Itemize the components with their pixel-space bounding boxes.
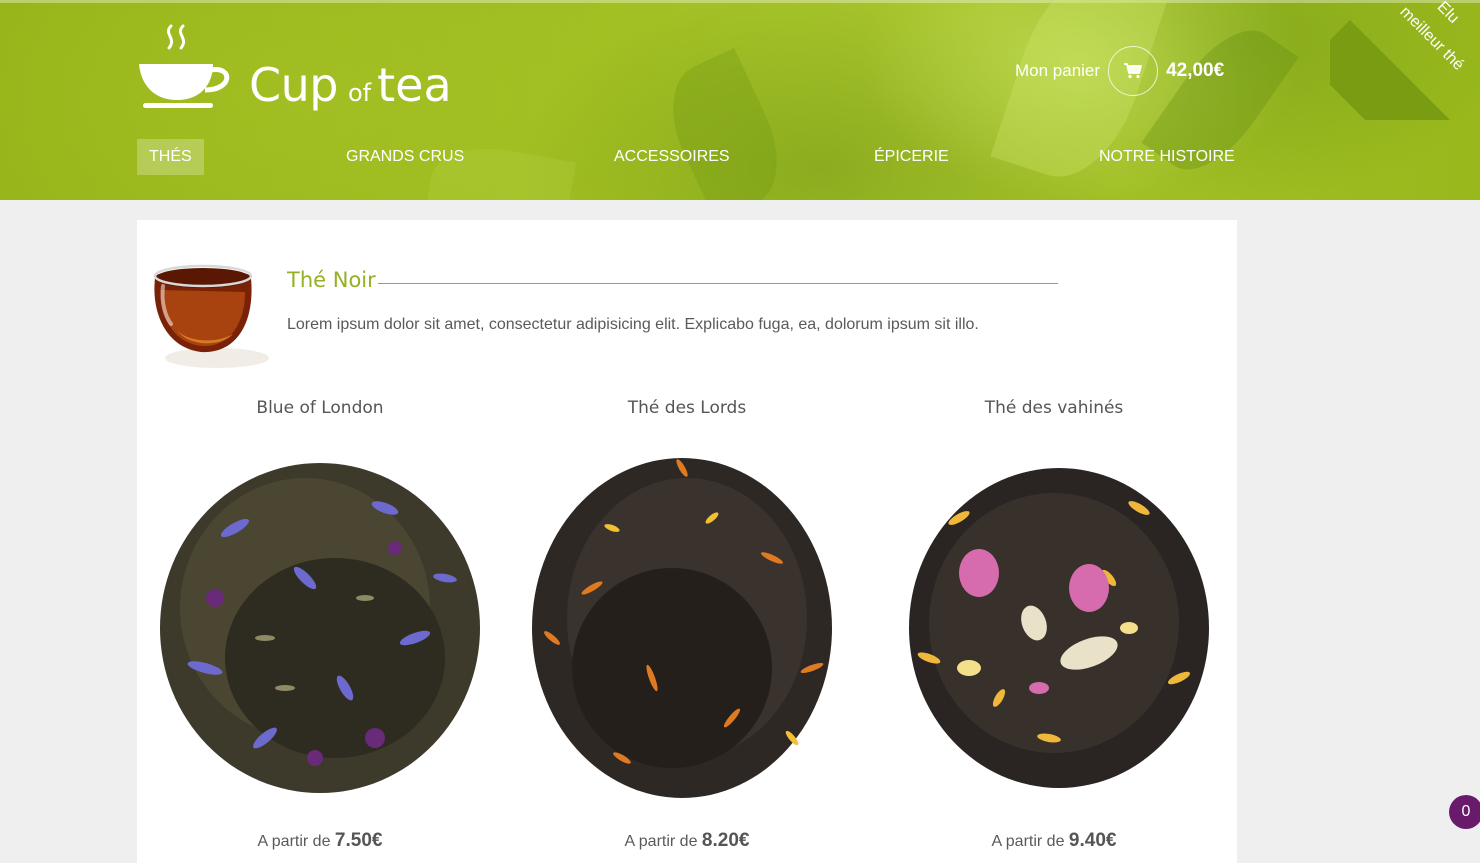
price-value: 7.50€ [334, 830, 383, 851]
cart-total: 42,00€ [1166, 60, 1225, 81]
category-description: Lorem ipsum dolor sit amet, consectetur … [287, 316, 979, 333]
teacup-logo-icon [139, 24, 230, 108]
nav-item-thes[interactable]: Thés [137, 139, 204, 175]
product-image-the-des-lords[interactable] [512, 438, 862, 808]
cart-button[interactable] [1108, 46, 1159, 96]
product-price: A partir de 7.50€ [137, 830, 503, 852]
cart-summary[interactable]: Mon panier 42,00€ [1015, 46, 1224, 96]
price-value: 9.40€ [1068, 830, 1117, 851]
nav-item-notre-histoire[interactable]: Notre histoire [1099, 139, 1235, 175]
product-image-the-des-vahines[interactable] [879, 438, 1229, 808]
nav-item-accessoires[interactable]: Accessoires [614, 139, 730, 175]
product-image-blue-of-london[interactable] [145, 438, 495, 808]
cart-label: Mon panier [1015, 61, 1101, 80]
product-name[interactable]: Thé des vahinés [871, 398, 1237, 418]
nav-item-grands-crus[interactable]: Grands crus [346, 139, 464, 175]
product-price: A partir de 8.20€ [504, 830, 870, 852]
category-title-divider [378, 283, 1058, 284]
award-ribbon: Elu meilleur thé [1330, 0, 1480, 120]
main-nav: Thés Grands crus Accessoires Épicerie No… [137, 139, 1237, 175]
nav-item-epicerie[interactable]: Épicerie [874, 139, 949, 175]
header-top-line [0, 0, 1480, 3]
category-title: Thé Noir [287, 268, 376, 292]
tea-glass-image [153, 264, 269, 368]
logo-word-cup: Cup [249, 58, 338, 112]
logo-word-of: of [347, 79, 372, 107]
ribbon-text-line1: Elu [1433, 0, 1463, 27]
product-name[interactable]: Thé des Lords [504, 398, 870, 418]
site-logo[interactable]: Cup of tea [137, 24, 477, 124]
product-card[interactable]: Blue of London A partir de 7.50€ [137, 398, 503, 863]
site-header: Cup of tea Mon panier 42,00€ Elu meilleur … [0, 0, 1480, 200]
price-prefix: A partir de [624, 833, 698, 850]
logo-word-tea: tea [377, 58, 452, 112]
main-content: Thé Noir Lorem ipsum dolor sit amet, con… [137, 220, 1237, 863]
logo-wordmark: Cup of tea [249, 58, 452, 112]
product-card[interactable]: Thé des Lords A partir de 8.20€ [504, 398, 870, 863]
price-prefix: A partir de [991, 833, 1065, 850]
price-value: 8.20€ [701, 830, 750, 851]
product-price: A partir de 9.40€ [871, 830, 1237, 852]
header-leaf-decoration [652, 48, 798, 200]
price-prefix: A partir de [257, 833, 331, 850]
product-name[interactable]: Blue of London [137, 398, 503, 418]
product-card[interactable]: Thé des vahinés A partir de 9.40€ [871, 398, 1237, 863]
cart-icon [1124, 63, 1142, 79]
notification-badge[interactable]: 0 [1449, 795, 1480, 829]
